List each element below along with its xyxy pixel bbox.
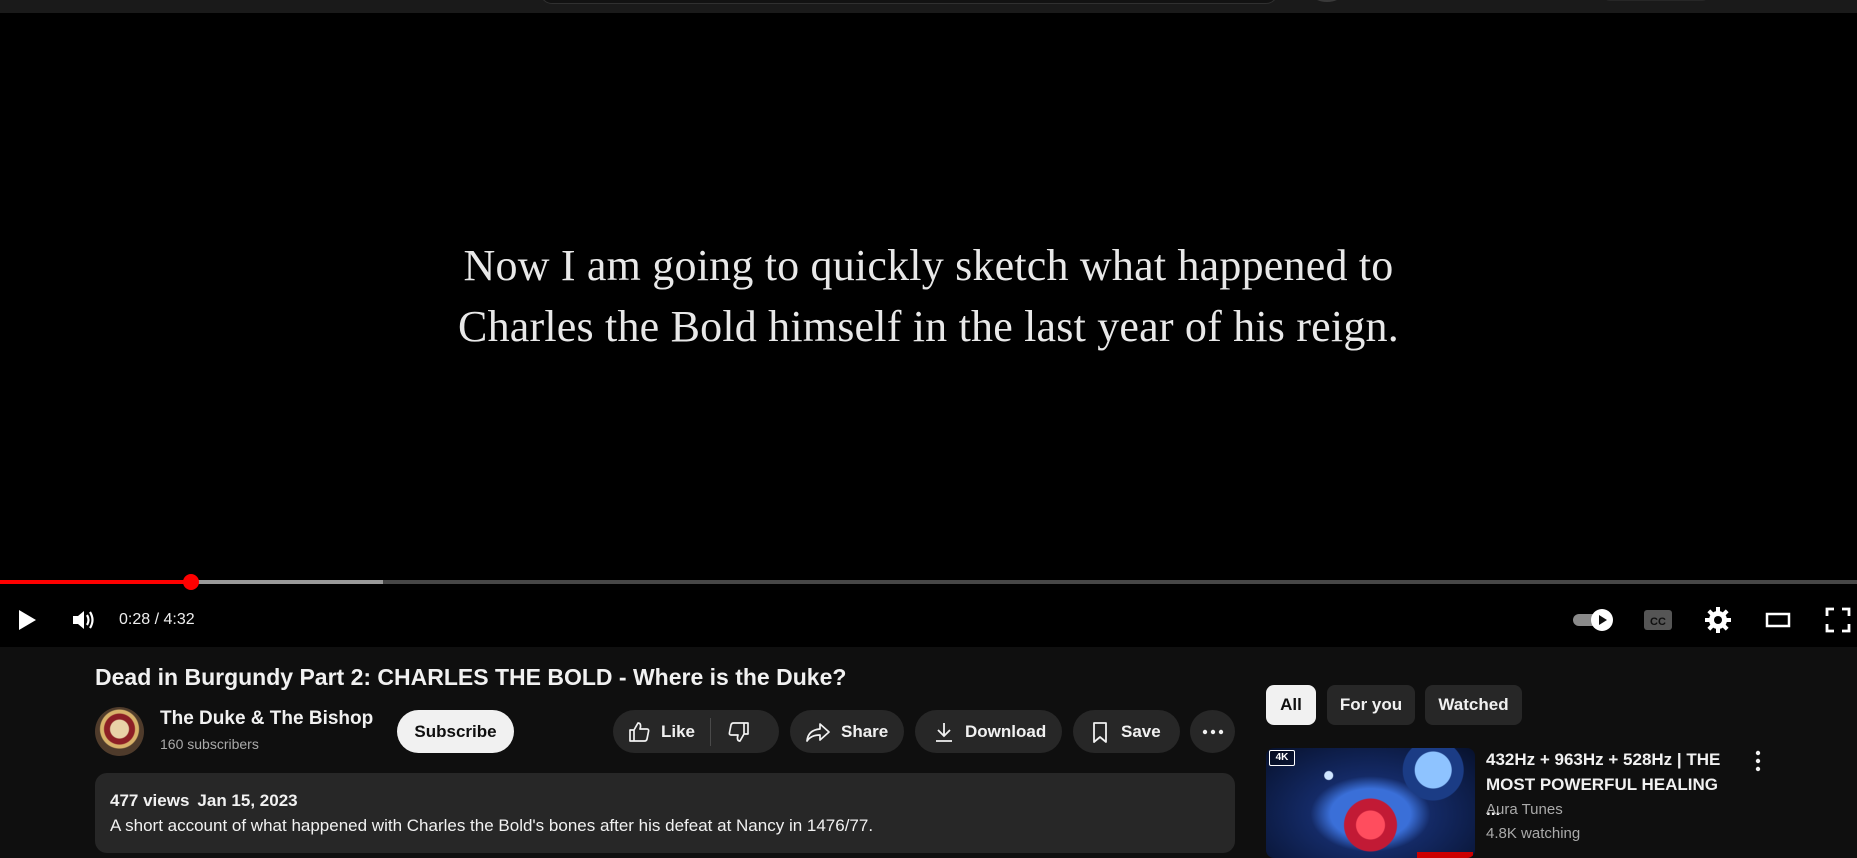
recommendation-channel[interactable]: Aura Tunes: [1486, 801, 1563, 818]
share-label: Share: [841, 721, 889, 741]
share-arrow-icon: [805, 720, 831, 744]
video-title: Dead in Burgundy Part 2: CHARLES THE BOL…: [95, 664, 847, 690]
channel-name[interactable]: The Duke & The Bishop: [160, 708, 373, 730]
video-meta: 477 views Jan 15, 2023: [110, 791, 298, 811]
bookmark-icon: [1089, 720, 1111, 744]
thumbs-up-icon: [627, 720, 651, 744]
save-label: Save: [1121, 721, 1161, 741]
search-box[interactable]: [540, 0, 1278, 4]
chip-for-you[interactable]: For you: [1327, 685, 1415, 725]
caption-line-1: Now I am going to quickly sketch what ha…: [463, 241, 1394, 290]
more-vertical-icon: [1755, 750, 1761, 777]
channel-avatar[interactable]: [95, 707, 144, 756]
download-icon: [933, 720, 955, 744]
fullscreen-button[interactable]: [1820, 593, 1856, 647]
recommendation-menu-button[interactable]: [1750, 750, 1766, 776]
dislike-button[interactable]: [711, 710, 751, 753]
upload-date: Jan 15, 2023: [197, 791, 298, 810]
like-label: Like: [661, 721, 696, 741]
theater-button[interactable]: [1760, 593, 1796, 647]
description-box[interactable]: 477 views Jan 15, 2023 A short account of…: [95, 773, 1235, 853]
played-bar: [0, 580, 192, 584]
subscriber-count: 160 subscribers: [160, 736, 259, 752]
download-button[interactable]: Download: [915, 710, 1062, 753]
chip-all[interactable]: All: [1266, 685, 1316, 725]
time-display: 0:28 / 4:32: [119, 611, 195, 628]
thumbs-down-icon: [727, 720, 751, 744]
subscribe-button[interactable]: Subscribe: [397, 710, 514, 753]
gear-icon: [1704, 606, 1732, 634]
top-avatar[interactable]: [1312, 0, 1342, 2]
recommendation-watching: 4.8K watching: [1486, 825, 1581, 842]
play-button[interactable]: [8, 593, 44, 647]
video-player[interactable]: Now I am going to quickly sketch what ha…: [0, 13, 1857, 647]
autoplay-toggle-icon: [1571, 607, 1617, 633]
theater-mode-icon: [1764, 606, 1792, 634]
like-button[interactable]: Like: [613, 710, 695, 753]
masthead: [0, 0, 1857, 13]
view-count: 477 views: [110, 791, 190, 810]
volume-icon: [69, 606, 97, 634]
chip-watched[interactable]: Watched: [1425, 685, 1522, 725]
mute-button[interactable]: [66, 593, 100, 647]
captions-button[interactable]: CC: [1641, 593, 1675, 647]
video-caption: Now I am going to quickly sketch what ha…: [0, 235, 1857, 357]
save-button[interactable]: Save: [1073, 710, 1180, 753]
more-horizontal-icon: [1202, 728, 1224, 736]
quality-badge: 4K: [1269, 750, 1295, 766]
scrubber-handle[interactable]: [183, 574, 200, 590]
caption-line-2: Charles the Bold himself in the last yea…: [458, 302, 1399, 351]
svg-text:CC: CC: [1650, 616, 1666, 628]
top-button[interactable]: [1604, 0, 1708, 1]
more-actions-button[interactable]: [1190, 710, 1235, 753]
play-icon: [12, 606, 40, 634]
live-indicator: [1417, 852, 1473, 858]
cc-icon: CC: [1643, 607, 1673, 633]
description-text: A short account of what happened with Ch…: [110, 816, 874, 835]
settings-button[interactable]: [1700, 593, 1736, 647]
download-label: Download: [965, 721, 1047, 741]
player-controls: 0:28 / 4:32 CC: [0, 593, 1857, 647]
progress-bar[interactable]: [0, 574, 1857, 590]
share-button[interactable]: Share: [790, 710, 904, 753]
fullscreen-icon: [1824, 606, 1852, 634]
like-dislike-group: Like: [613, 710, 779, 753]
autoplay-toggle[interactable]: [1570, 593, 1618, 647]
